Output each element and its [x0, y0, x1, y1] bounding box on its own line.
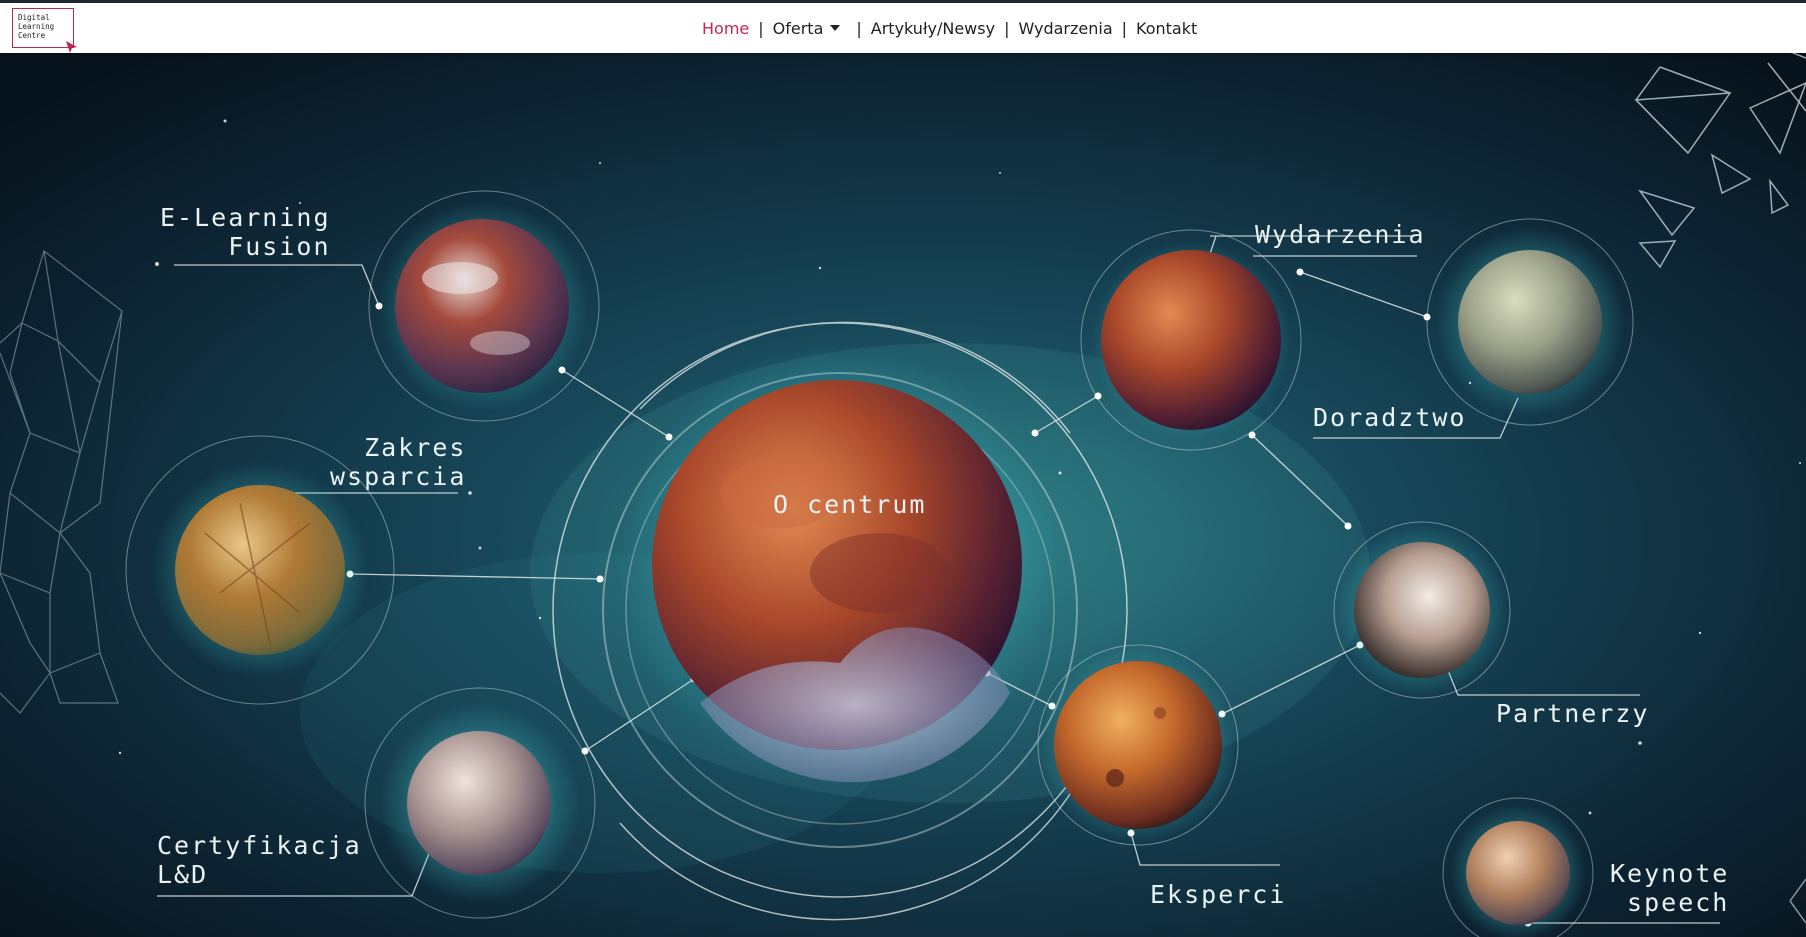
cursor-icon [66, 41, 77, 53]
planet-keynote[interactable] [1442, 797, 1594, 937]
label-wydarzenia[interactable]: Wydarzenia [1255, 220, 1426, 249]
label-certyfikacja-line-2: L&D [157, 860, 209, 889]
nav-separator: | [758, 18, 764, 38]
label-certyfikacja-line-1: Certyfikacja [157, 831, 362, 860]
label-zakres-line-2: wsparcia [330, 462, 467, 491]
logo-line-1: Digital [18, 13, 50, 22]
label-elearning-line-2: Fusion [228, 232, 331, 261]
label-elearning-fusion[interactable]: E-Learning Fusion [160, 203, 331, 261]
label-doradztwo[interactable]: Doradztwo [1313, 403, 1466, 432]
planet-scene: E-Learning Fusion Zakres wsparcia Certyf… [0, 53, 1806, 937]
nav-kontakt[interactable]: Kontakt [1134, 19, 1199, 38]
label-partnerzy[interactable]: Partnerzy [1496, 699, 1649, 728]
label-keynote-line-2: speech [1627, 888, 1730, 917]
nav-artykuly[interactable]: Artykuły/Newsy [869, 19, 997, 38]
label-certyfikacja[interactable]: Certyfikacja L&D [157, 831, 362, 889]
top-navbar: Digital Learning Centre Home | Oferta | … [0, 3, 1806, 53]
label-zakres-line-1: Zakres [364, 433, 467, 462]
label-zakres-wsparcia[interactable]: Zakres wsparcia [330, 433, 466, 491]
label-o-centrum[interactable]: O centrum [773, 490, 926, 519]
main-menu: Home | Oferta | Artykuły/Newsy | Wydarze… [700, 3, 1199, 53]
nav-separator: | [1121, 18, 1128, 38]
planet-centrum[interactable] [617, 345, 1057, 785]
caret-down-icon [830, 24, 841, 31]
nav-wydarzenia[interactable]: Wydarzenia [1016, 19, 1114, 38]
logo[interactable]: Digital Learning Centre [12, 8, 77, 53]
nav-oferta-label: Oferta [772, 18, 824, 38]
nav-separator: | [1004, 18, 1010, 38]
nav-separator: | [856, 18, 862, 38]
nav-oferta-dropdown[interactable]: Oferta [771, 19, 843, 38]
label-keynote-line-1: Keynote [1610, 859, 1730, 888]
logo-line-2: Learning [18, 22, 55, 31]
label-keynote-speech[interactable]: Keynote speech [1610, 859, 1729, 917]
label-elearning-line-1: E-Learning [160, 203, 331, 232]
label-eksperci[interactable]: Eksperci [1150, 880, 1286, 909]
nav-home[interactable]: Home [700, 19, 751, 38]
logo-line-3: Centre [18, 31, 46, 40]
